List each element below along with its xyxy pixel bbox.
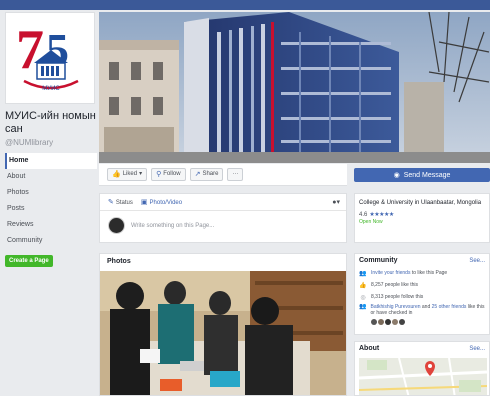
create-page-button[interactable]: Create a Page [5,255,53,267]
nav-community[interactable]: Community [5,233,97,249]
invite-rest: to like this Page [411,270,448,276]
likes-row: 👍 8,257 people like this [355,279,489,291]
follows-count: 8,313 people follow this [371,294,424,300]
rating-value: 4.6 [359,211,368,218]
follows-row: ◎ 8,313 people follow this [355,291,489,303]
page-action-bar: 👍 Liked ▾ ⚲ Follow ↗ Share ··· [99,164,347,186]
send-message-label: Send Message [403,171,451,179]
nav-about[interactable]: About [5,169,97,185]
community-card: Community See... 👥 Invite your friends t… [354,253,490,335]
page-name: МУИС-ийн номын сан [5,110,96,135]
workshop-photo [100,271,346,395]
follow-label: Follow [163,171,181,177]
status-tab[interactable]: ✎ Status [108,198,133,206]
share-button[interactable]: ↗ Share [189,168,224,181]
composer-tabs: ✎ Status ▣ Photo/Video ●▾ [100,194,346,211]
thumbs-up-icon: 👍 [359,282,367,289]
photos-section: Photos [99,253,347,396]
friends-row: 👥 Batkhishig Purevsuren and 25 other fri… [355,303,489,317]
liked-label: Liked [122,171,138,177]
more-options-button[interactable]: ··· [227,168,244,181]
open-status: Open Now [359,219,383,225]
share-arrow-icon: ↗ [194,171,201,178]
community-see-all[interactable]: See... [469,258,485,264]
friend-avatars [355,319,489,325]
left-sidebar: 7 5 МУИС МУИС-ийн номын сан @NUMlibrary … [5,12,97,267]
chevron-down-icon: ▾ [139,171,143,177]
nav-reviews[interactable]: Reviews [5,217,97,233]
photo-video-label: Photo/Video [149,200,183,206]
building-cover-image [99,12,490,163]
photo-video-tab[interactable]: ▣ Photo/Video [141,198,182,206]
page-profile-picture[interactable]: 7 5 МУИС [5,12,95,104]
svg-text:МУИС: МУИС [42,86,60,92]
friends-icon: 👥 [359,304,367,310]
liked-button[interactable]: 👍 Liked ▾ [107,168,148,181]
photo-icon: ▣ [140,199,148,206]
map-image [359,358,487,395]
pencil-icon: ✎ [108,199,114,206]
page-info-card: College & University in Ulaanbaatar, Mon… [354,193,490,243]
likes-count: 8,257 people like this [371,282,418,288]
globe-icon: ●▾ [332,199,340,206]
avatar[interactable] [378,319,384,325]
invite-friends-link[interactable]: Invite your friends [371,270,410,276]
other-friends-link[interactable]: 25 other friends [432,304,467,310]
page-handle[interactable]: @NUMlibrary [5,138,97,147]
avatar[interactable] [399,319,405,325]
about-card: About See... [354,341,490,396]
cover-photo[interactable] [99,12,490,163]
send-message-button[interactable]: ◉ Send Message [354,168,490,182]
about-see-all[interactable]: See... [469,346,485,352]
status-label: Status [115,200,133,206]
avatar[interactable] [392,319,398,325]
page-nav: Home About Photos Posts Reviews Communit… [5,153,97,249]
avatar [108,217,125,234]
invite-row: 👥 Invite your friends to like this Page [355,267,489,279]
share-label: Share [202,171,219,177]
rating-row[interactable]: 4.6 ★★★★★ [359,211,485,219]
location-map[interactable] [359,358,487,395]
people-icon: 👥 [359,270,367,277]
checkins-and: and [421,304,431,310]
avatar[interactable] [371,319,377,325]
community-title[interactable]: Community [359,257,398,264]
page-category[interactable]: College & University in Ulaanbaatar, Mon… [359,199,485,207]
nav-posts[interactable]: Posts [5,201,97,217]
composer-body: Write something on this Page... [100,211,346,240]
community-header: Community See... [355,254,489,267]
nav-home[interactable]: Home [5,153,97,169]
rss-icon: ⚲ [156,171,162,178]
thumbs-up-icon: 👍 [112,171,121,178]
avatar[interactable] [385,319,391,325]
messenger-icon: ◉ [393,172,400,179]
audience-selector[interactable]: ●▾ [332,198,340,206]
photos-title[interactable]: Photos [100,254,346,270]
more-label: ··· [232,171,239,177]
rss-icon: ◎ [360,294,366,301]
nav-photos[interactable]: Photos [5,185,97,201]
photo-thumbnail[interactable] [100,271,346,395]
rating-stars-icon: ★★★★★ [369,212,394,218]
composer-input[interactable]: Write something on this Page... [131,223,214,229]
about-title[interactable]: About [359,345,379,352]
about-header: About See... [355,342,489,355]
follow-button[interactable]: ⚲ Follow [151,168,186,181]
top-bar [0,0,490,10]
university-logo: 7 5 МУИС [16,19,79,92]
post-composer: ✎ Status ▣ Photo/Video ●▾ Write something … [99,193,347,243]
